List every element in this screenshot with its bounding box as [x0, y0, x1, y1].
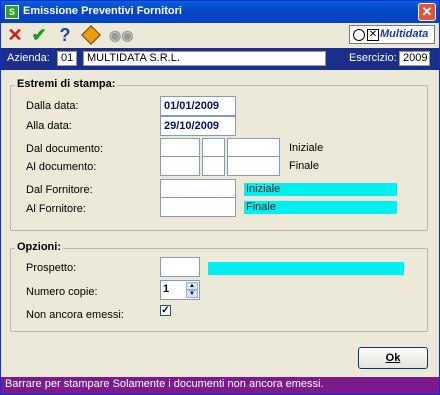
app-icon: S	[5, 5, 19, 19]
status-bar: Barrare per stampare Solamente i documen…	[1, 377, 439, 394]
dal-fornitore-input[interactable]	[160, 179, 236, 199]
numero-copie-value: 1	[163, 283, 170, 295]
window-title: Emissione Preventivi Fornitori	[23, 5, 182, 17]
dalla-data-input[interactable]: 01/01/2009	[160, 96, 236, 116]
logo-circle-icon	[353, 29, 365, 41]
close-x-icon[interactable]: ✕	[5, 25, 25, 45]
alla-data-input[interactable]: 29/10/2009	[160, 116, 236, 136]
spin-up-icon[interactable]: ▲	[186, 282, 198, 290]
confirm-check-icon[interactable]: ✔	[29, 25, 49, 45]
fornitore-finale-display: Finale	[244, 201, 397, 214]
estremi-group-title: Estremi di stampa:	[15, 78, 118, 90]
documento-finale-label: Finale	[289, 160, 319, 172]
azienda-code-field: 01	[57, 51, 77, 66]
documento-iniziale-label: Iniziale	[289, 142, 324, 154]
multidata-logo: ✕ Multidata	[349, 25, 435, 44]
ok-button[interactable]: Ok	[358, 347, 428, 369]
help-icon[interactable]: ?	[55, 25, 75, 45]
binoculars-icon[interactable]: ◉◉	[109, 25, 133, 45]
ok-button-label: Ok	[385, 352, 401, 364]
alla-data-label: Alla data:	[26, 120, 72, 132]
logo-cross-box-icon: ✕	[367, 29, 379, 41]
prospetto-description-display	[208, 262, 404, 275]
prospetto-input[interactable]	[160, 257, 200, 277]
dal-documento-part1-input[interactable]	[160, 138, 200, 158]
azienda-label: Azienda:	[7, 52, 50, 64]
dal-documento-part3-input[interactable]	[227, 138, 280, 158]
spin-down-icon[interactable]: ▼	[186, 290, 198, 298]
title-bar[interactable]: S Emissione Preventivi Fornitori ✕	[1, 1, 439, 23]
al-documento-part3-input[interactable]	[227, 156, 280, 176]
opzioni-group-title: Opzioni:	[15, 241, 63, 253]
al-fornitore-input[interactable]	[160, 197, 236, 217]
al-documento-part1-input[interactable]	[160, 156, 200, 176]
non-ancora-emessi-label: Non ancora emessi:	[26, 309, 124, 321]
prospetto-label: Prospetto:	[26, 262, 77, 274]
al-documento-part2-input[interactable]	[202, 156, 225, 176]
main-window: S Emissione Preventivi Fornitori ✕ ✕ ✔ ?…	[0, 0, 440, 395]
numero-copie-label: Numero copie:	[26, 286, 98, 298]
close-window-button[interactable]: ✕	[418, 3, 436, 21]
dal-documento-label: Dal documento:	[26, 143, 104, 155]
non-ancora-emessi-checkbox[interactable]: ✓	[160, 305, 171, 316]
esercizio-field: 2009	[399, 51, 430, 66]
dalla-data-label: Dalla data:	[26, 100, 79, 112]
diamond-icon[interactable]	[81, 25, 101, 45]
company-info-bar: Azienda: 01 MULTIDATA S.R.L. Esercizio: …	[1, 48, 439, 70]
esercizio-label: Esercizio:	[349, 52, 397, 64]
dal-documento-part2-input[interactable]	[202, 138, 225, 158]
al-fornitore-label: Al Fornitore:	[26, 203, 86, 215]
al-documento-label: Al documento:	[26, 161, 97, 173]
dal-fornitore-label: Dal Fornitore:	[26, 184, 93, 196]
logo-text: Multidata	[380, 28, 429, 40]
numero-copie-stepper[interactable]: 1 ▲ ▼	[160, 280, 200, 300]
fornitore-iniziale-display: Iniziale	[244, 183, 397, 196]
azienda-name-field: MULTIDATA S.R.L.	[83, 51, 326, 66]
